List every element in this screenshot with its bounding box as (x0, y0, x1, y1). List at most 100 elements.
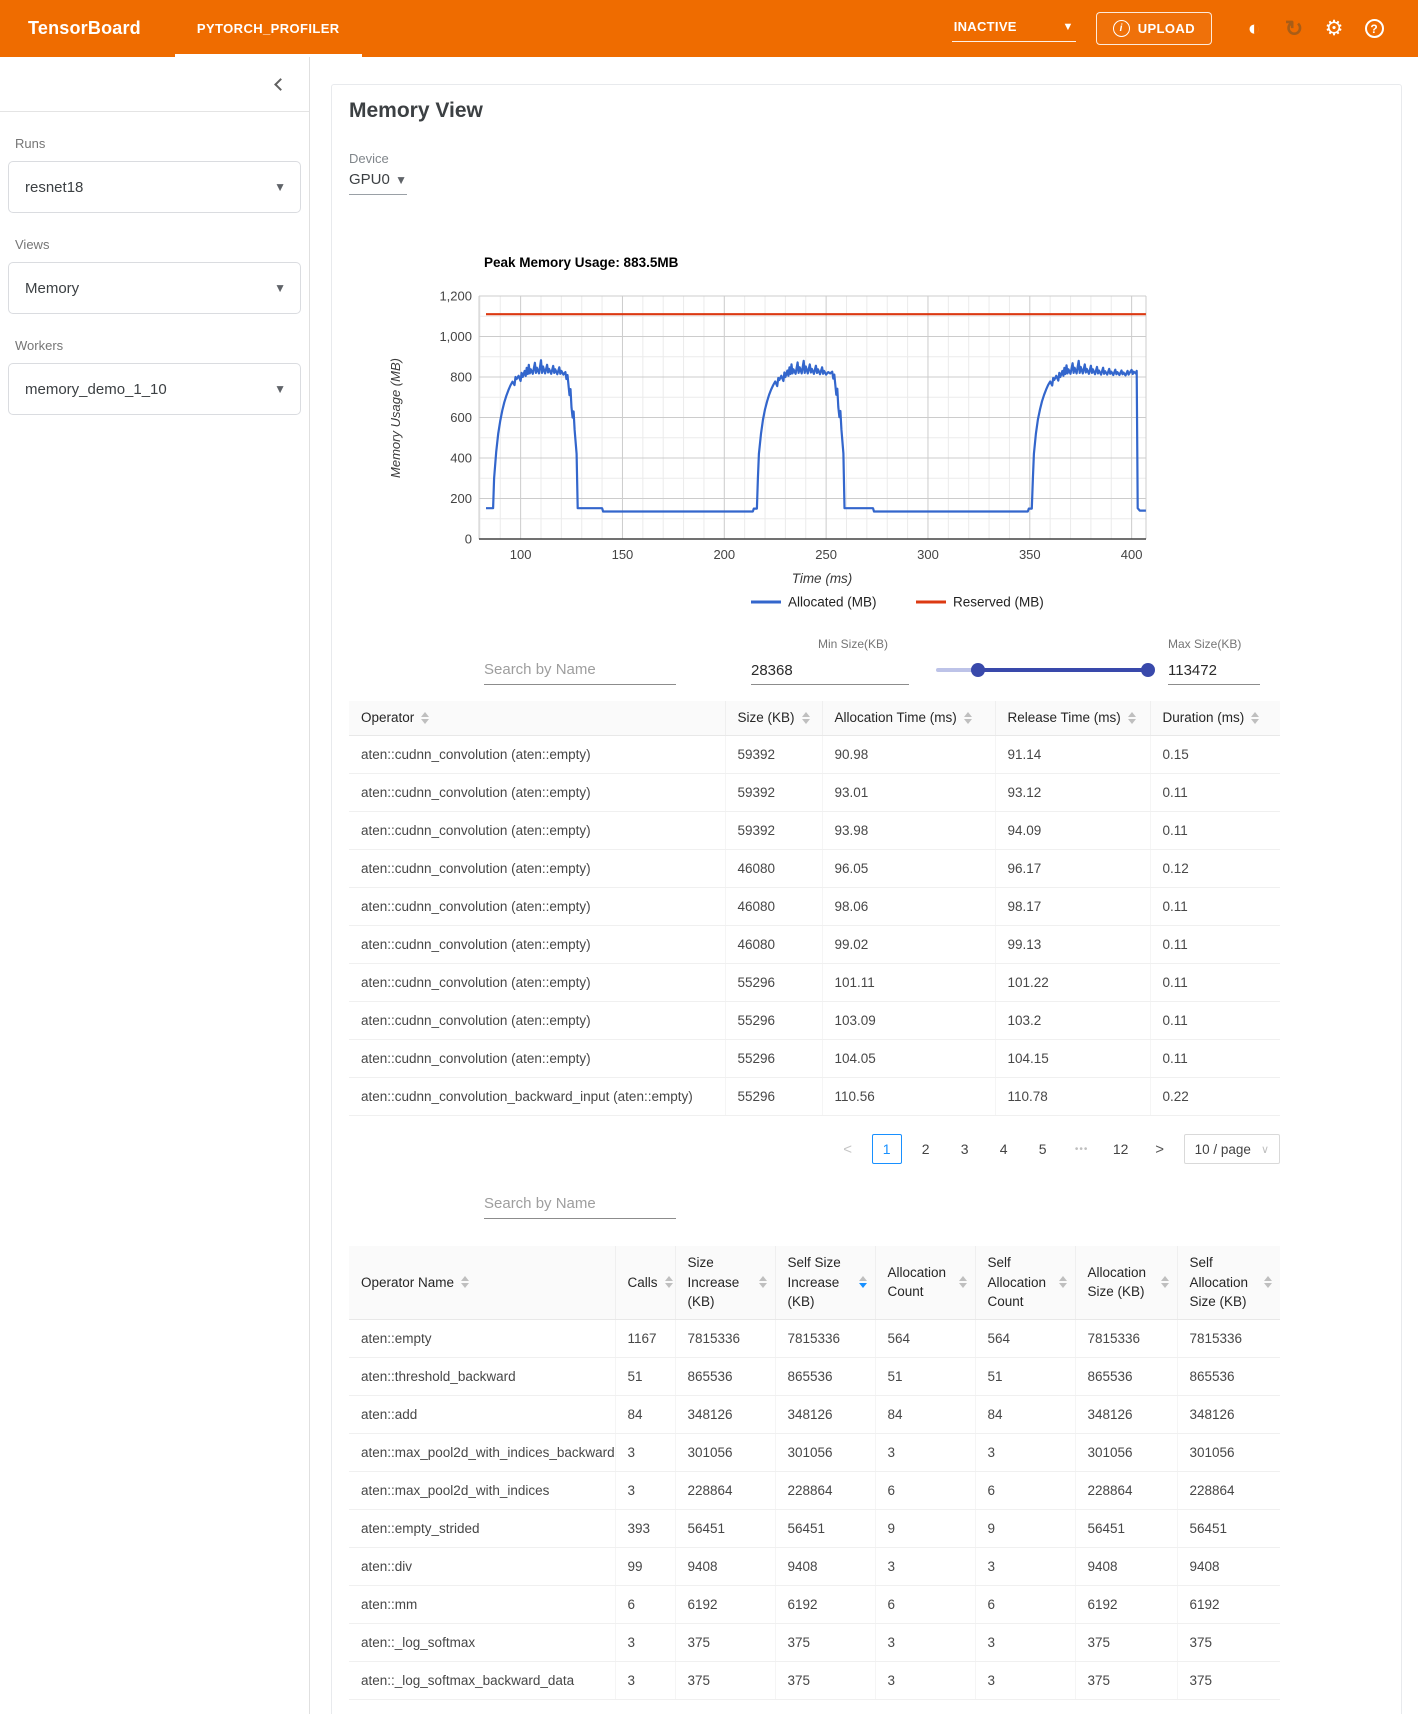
table-cell: 564 (875, 1319, 976, 1358)
table-cell: 51 (875, 1357, 976, 1396)
table-cell: 93.12 (995, 773, 1151, 812)
table-cell: 59392 (725, 811, 823, 850)
max-size-input[interactable] (1168, 657, 1260, 685)
device-label: Device (349, 151, 389, 166)
memory-view-card: Memory View Device GPU0 ▼ 0 200 400 600 800 1… (331, 84, 1402, 1714)
table-cell: aten::cudnn_convolution (aten::empty) (349, 887, 726, 926)
help-icon[interactable]: ? (1354, 19, 1394, 38)
column-header-size-kb[interactable]: Size (KB) (725, 701, 823, 736)
table-row: aten::cudnn_convolution (aten::empty) 552… (349, 1039, 1280, 1078)
sidebar-collapse-button[interactable] (0, 57, 309, 112)
pagination-page-4[interactable]: 4 (989, 1134, 1019, 1164)
theme-toggle-icon[interactable]: ◐ (1234, 18, 1274, 39)
tab-pytorch-profiler[interactable]: PYTORCH_PROFILER (174, 0, 362, 57)
table-cell: aten::cudnn_convolution (aten::empty) (349, 735, 726, 774)
table-cell: 3 (875, 1547, 976, 1586)
settings-gear-icon[interactable]: ⚙ (1314, 18, 1354, 39)
table-row: aten::cudnn_convolution (aten::empty) 552… (349, 963, 1280, 1002)
pagination-page-5[interactable]: 5 (1028, 1134, 1058, 1164)
column-label: Duration (ms) (1162, 710, 1245, 725)
svg-text:200: 200 (450, 491, 472, 506)
column-header-operator[interactable]: Operator (349, 701, 726, 736)
column-header-self-allocation-count[interactable]: Self Allocation Count (975, 1246, 1076, 1320)
info-icon: i (1112, 20, 1130, 37)
slider-handle-min[interactable] (970, 663, 985, 677)
device-select[interactable]: GPU0 ▼ (349, 171, 407, 195)
column-header-duration-ms[interactable]: Duration (ms) (1150, 701, 1280, 736)
table-cell: 3 (975, 1433, 1076, 1472)
min-size-input[interactable] (751, 657, 909, 685)
views-label: Views (15, 237, 50, 252)
table-cell: 56451 (1075, 1509, 1178, 1548)
table-cell: 6192 (1075, 1585, 1178, 1624)
table-cell: 0.11 (1150, 1039, 1280, 1078)
table-cell: 375 (1075, 1661, 1178, 1700)
table-cell: 0.22 (1150, 1077, 1280, 1116)
status-select[interactable]: INACTIVE ▼ (951, 15, 1076, 42)
page-size-select[interactable]: 10 / page ∨ (1183, 1134, 1280, 1164)
column-header-self-size-increase-kb[interactable]: Self Size Increase (KB) (775, 1246, 876, 1320)
table-cell: 46080 (725, 887, 823, 926)
column-header-allocation-count[interactable]: Allocation Count (875, 1246, 976, 1320)
column-label: Release Time (ms) (1007, 710, 1121, 725)
search-by-name-input[interactable] (484, 655, 676, 685)
table-cell: 0.12 (1150, 849, 1280, 888)
pagination-page-1[interactable]: 1 (871, 1134, 902, 1164)
memory-events-table: Operator Size (KB) Allocation Time (ms) Rel… (349, 701, 1280, 1116)
column-header-release-time-ms[interactable]: Release Time (ms) (995, 701, 1151, 736)
svg-text:Time (ms): Time (ms) (792, 571, 853, 586)
workers-select[interactable]: memory_demo_1_10 ▼ (8, 363, 301, 415)
table-cell: 7815336 (675, 1319, 776, 1358)
table-cell: 46080 (725, 925, 823, 964)
table-cell: 375 (675, 1661, 776, 1700)
column-header-self-allocation-size-kb[interactable]: Self Allocation Size (KB) (1177, 1246, 1280, 1320)
table-cell: aten::max_pool2d_with_indices_backward (349, 1433, 616, 1472)
table-cell: 9 (875, 1509, 976, 1548)
table-cell: 103.09 (822, 1001, 996, 1040)
table-cell: 93.01 (822, 773, 996, 812)
table-cell: 103.2 (995, 1001, 1151, 1040)
table-cell: 6192 (1177, 1585, 1280, 1624)
table-row: aten::cudnn_convolution (aten::empty) 460… (349, 849, 1280, 888)
table-row: aten::div 99 9408 9408 3 3 9408 9408 (349, 1547, 1280, 1586)
table-cell: 46080 (725, 849, 823, 888)
runs-select[interactable]: resnet18 ▼ (8, 161, 301, 213)
page-title: Memory View (349, 99, 483, 122)
refresh-icon[interactable]: ↻ (1274, 17, 1314, 40)
pagination-page-2[interactable]: 2 (911, 1134, 941, 1164)
table-cell: 6192 (675, 1585, 776, 1624)
column-header-size-increase-kb[interactable]: Size Increase (KB) (675, 1246, 776, 1320)
table-cell: 110.56 (822, 1077, 996, 1116)
table-cell: 6 (975, 1585, 1076, 1624)
slider-active-track (977, 668, 1148, 672)
table-cell: aten::cudnn_convolution (aten::empty) (349, 773, 726, 812)
table-cell: 564 (975, 1319, 1076, 1358)
chevron-down-icon: ∨ (1260, 1143, 1269, 1156)
table-row: aten::cudnn_convolution (aten::empty) 593… (349, 811, 1280, 850)
pagination-page-3[interactable]: 3 (950, 1134, 980, 1164)
table-cell: 104.05 (822, 1039, 996, 1078)
column-header-calls[interactable]: Calls (615, 1246, 676, 1320)
table-row: aten::cudnn_convolution (aten::empty) 593… (349, 735, 1280, 774)
column-header-allocation-size-kb[interactable]: Allocation Size (KB) (1075, 1246, 1178, 1320)
table-cell: 6192 (775, 1585, 876, 1624)
pagination-next[interactable]: > (1145, 1134, 1175, 1164)
upload-button[interactable]: i UPLOAD (1095, 12, 1212, 45)
slider-handle-max[interactable] (1140, 663, 1155, 677)
pagination-page-12[interactable]: 12 (1106, 1134, 1136, 1164)
sidebar: Runs resnet18 ▼ Views Memory ▼ Workers m… (0, 57, 310, 1714)
table-cell: 96.17 (995, 849, 1151, 888)
table-cell: 3 (875, 1433, 976, 1472)
column-header-allocation-time-ms[interactable]: Allocation Time (ms) (822, 701, 996, 736)
views-select[interactable]: Memory ▼ (8, 262, 301, 314)
table-cell: 228864 (675, 1471, 776, 1510)
table-cell: 348126 (1075, 1395, 1178, 1434)
column-label: Self Size Increase (KB) (787, 1255, 841, 1310)
pagination-prev[interactable]: < (833, 1134, 863, 1164)
svg-text:Allocated (MB): Allocated (MB) (788, 595, 877, 610)
svg-text:250: 250 (815, 547, 837, 562)
table-cell: 0.11 (1150, 773, 1280, 812)
column-header-operator-name[interactable]: Operator Name (349, 1246, 616, 1320)
size-range-slider[interactable] (936, 657, 1155, 683)
search-operator-name-input[interactable] (484, 1189, 676, 1219)
